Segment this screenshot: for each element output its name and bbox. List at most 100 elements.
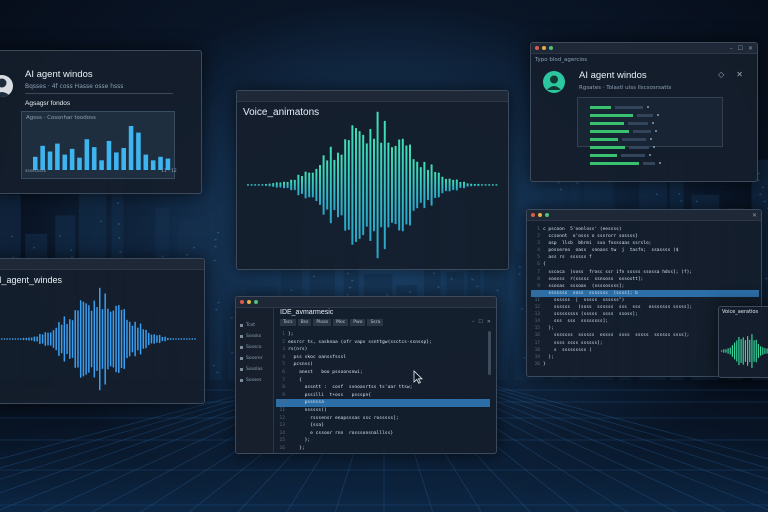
close-dot-icon[interactable] — [240, 300, 244, 304]
wave-bar — [254, 184, 257, 186]
minimize-icon[interactable]: – — [472, 319, 475, 325]
wave-bar — [85, 303, 87, 375]
audio-waveform — [1, 287, 196, 391]
wave-bar — [167, 337, 169, 341]
wave-bar — [322, 155, 325, 215]
wave-bar — [93, 300, 96, 378]
agent-window-left[interactable]: AI agent windos Bqsses · 4f coss Hasse o… — [0, 50, 202, 194]
wave-bar — [369, 128, 372, 242]
title-bar[interactable]: – ☐ ✕ — [531, 43, 757, 54]
wave-bar — [434, 171, 437, 199]
maximize-icon[interactable]: ☐ — [738, 43, 743, 54]
settings-icon[interactable]: ◇ — [718, 70, 724, 79]
code-text: ssosas sssoas (ssssossss]; — [543, 283, 625, 289]
wave-bar — [142, 329, 145, 349]
progress-bar — [590, 137, 618, 141]
status-dot-icon — [650, 138, 652, 140]
wave-bar — [470, 183, 473, 187]
wave-bar — [96, 306, 98, 372]
progress-row — [590, 152, 710, 158]
wave-bar — [39, 333, 41, 345]
file-icon — [240, 324, 243, 327]
code-line: 8 assntt : cosf svnoasrtss ts'aar ttsw; — [276, 384, 490, 392]
wave-bar — [448, 178, 451, 192]
code-text: rsssensr enapsssas ssc rosssss]; — [288, 415, 399, 421]
ide-tabs: Tocs Bss Ploas Moc Pwo Ssra — [280, 319, 384, 326]
wave-bar — [441, 176, 444, 194]
wave-bar — [427, 169, 429, 201]
sidebar-item[interactable]: Sossco — [236, 342, 273, 353]
wave-bar — [734, 342, 736, 360]
title-bar[interactable] — [236, 297, 496, 308]
close-icon[interactable]: ✕ — [487, 319, 491, 325]
line-number: 17 — [534, 340, 540, 346]
title-bar[interactable]: ✕ — [527, 210, 761, 221]
code-line: 1}; — [276, 331, 490, 339]
wave-bar — [148, 332, 150, 346]
wave-bar — [123, 309, 125, 369]
wave-bar — [82, 301, 85, 377]
line-number: 8 — [282, 385, 285, 391]
wave-bar — [3, 338, 6, 340]
wave-bar — [762, 347, 764, 355]
status-dot-icon — [653, 146, 655, 148]
sidebar-item[interactable]: Sossks — [236, 331, 273, 342]
wave-bar — [69, 319, 71, 359]
minimize-icon[interactable]: – — [730, 43, 733, 54]
code-line: 9 ssosas sssoas (ssssossss]; — [531, 283, 759, 290]
tab[interactable]: Ssra — [367, 319, 384, 326]
sidebar-item-label: Sosses — [246, 378, 262, 383]
sidebar-item[interactable]: Sosses — [236, 375, 273, 386]
tab[interactable]: Tocs — [280, 319, 296, 326]
code-editor[interactable]: 1}; 2 eosrcr ts, sasknaa (ofr vapv ssnttgw… — [276, 331, 490, 451]
wave-bar — [293, 179, 296, 191]
minimize-dot-icon[interactable] — [538, 213, 542, 217]
maximize-icon[interactable]: ☐ — [478, 319, 482, 325]
close-icon[interactable]: ✕ — [736, 70, 743, 79]
sidebar-item[interactable]: Sossrer — [236, 353, 273, 364]
window-subtitle: Rgsates · Tolastl ulss llscsosrsatts — [579, 85, 672, 91]
minimize-dot-icon[interactable] — [542, 46, 546, 50]
progress-row — [590, 112, 710, 118]
close-icon[interactable]: ✕ — [752, 210, 757, 221]
tab[interactable]: Moc — [333, 319, 349, 326]
scrollbar[interactable] — [488, 331, 491, 375]
maximize-dot-icon[interactable] — [254, 300, 258, 304]
wave-bar — [131, 325, 134, 353]
tab[interactable]: Bss — [297, 319, 312, 326]
tab[interactable]: Ploas — [313, 319, 332, 326]
mini-voice-window[interactable]: Voice_aeratios — [718, 306, 768, 378]
code-line: 4 posseroo oass snoass tw j tasfn; ssass… — [531, 247, 759, 254]
tab[interactable]: Pwo — [350, 319, 366, 326]
line-number: 11 — [534, 297, 540, 303]
code-line: 8 soosss r(ssssc ssnsoss ossostt]; — [531, 276, 759, 283]
wave-bar — [301, 175, 303, 195]
wave-bar — [387, 142, 390, 228]
wave-bar — [723, 349, 725, 353]
close-icon[interactable]: ✕ — [748, 43, 753, 54]
code-line: 4 pss skoc oanssfsssl — [276, 354, 490, 362]
progress-bar — [590, 105, 611, 109]
code-text: ccsonnt o'osss o sssrorr sossss} — [543, 234, 638, 240]
voice-animation-window[interactable]: Voice_animatons — [236, 90, 509, 270]
ide-window[interactable]: Tcot Sossks Sossco Sossrer Sosslas Sosses IDE… — [235, 296, 497, 454]
close-dot-icon[interactable] — [535, 46, 539, 50]
sidebar-item[interactable]: Sosslas — [236, 364, 273, 375]
wave-bar — [71, 320, 74, 358]
close-dot-icon[interactable] — [531, 213, 535, 217]
progress-track — [620, 153, 646, 157]
agent-window-right[interactable]: – ☐ ✕ Typo blod_agercios AI agent windos… — [530, 42, 758, 182]
chart-bar — [114, 152, 119, 170]
wave-bar — [104, 293, 106, 385]
wave-bar — [725, 349, 727, 353]
maximize-dot-icon[interactable] — [545, 213, 549, 217]
wave-bar — [172, 338, 174, 340]
wave-bar — [47, 332, 49, 346]
minimize-dot-icon[interactable] — [247, 300, 251, 304]
sidebar-item[interactable]: Tcot — [236, 320, 273, 331]
audio-window-left[interactable]: I_agent_windes — [0, 258, 205, 404]
progress-row — [590, 160, 710, 166]
maximize-dot-icon[interactable] — [549, 46, 553, 50]
progress-track — [629, 145, 649, 149]
wave-bar — [319, 164, 321, 206]
